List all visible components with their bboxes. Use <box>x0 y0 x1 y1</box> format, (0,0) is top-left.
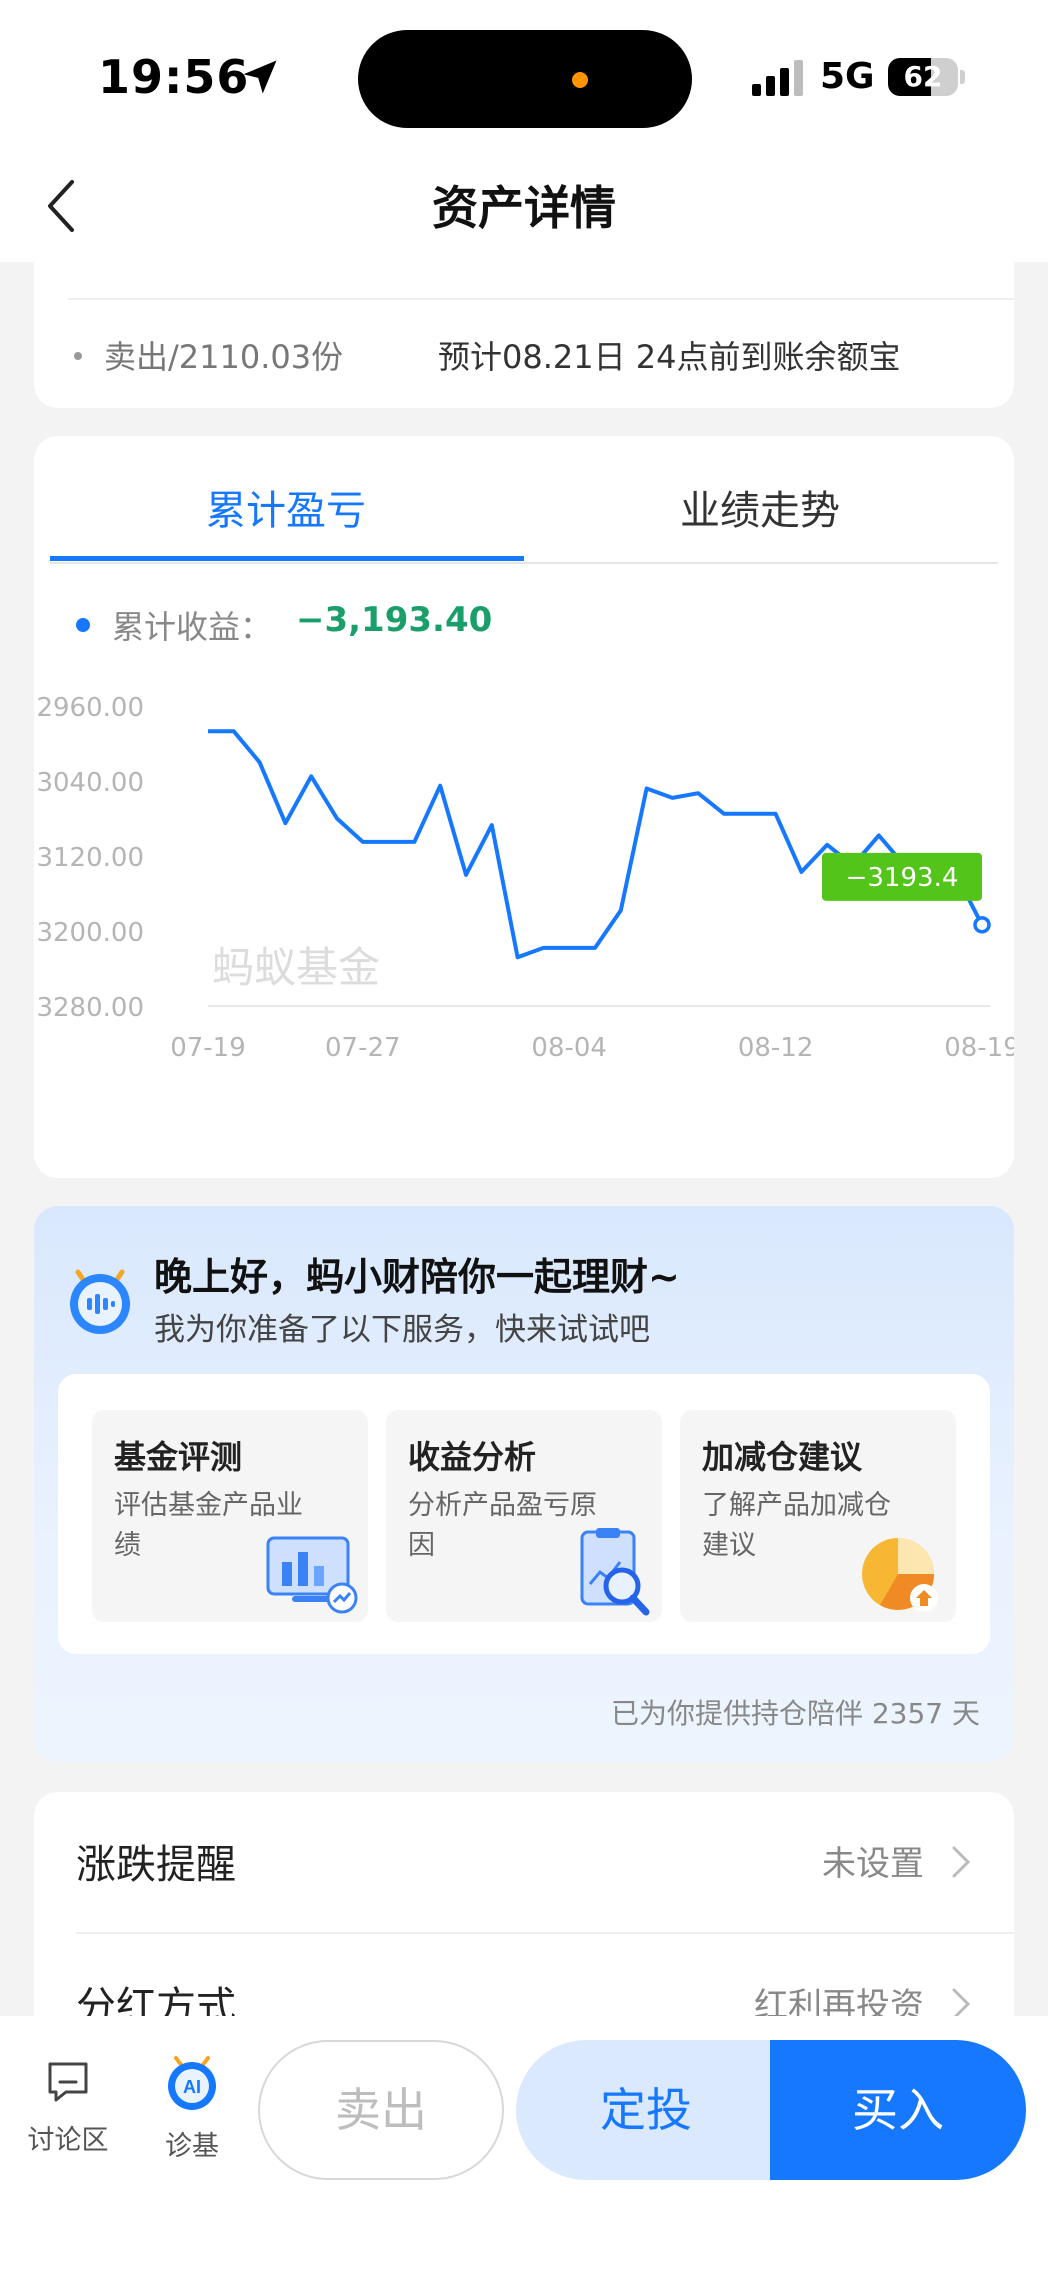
bottom-action-bar: 讨论区 AI 诊基 卖出 定投 买入 <box>0 2016 1048 2271</box>
ai-badge: AI <box>183 2077 201 2097</box>
fund-diagnosis-button[interactable]: AI 诊基 <box>142 2052 242 2163</box>
auto-invest-button[interactable]: 定投 <box>516 2040 776 2180</box>
service-position-advice[interactable]: 加减仓建议 了解产品加减仓建议 <box>680 1410 956 1622</box>
y-tick-label: −3280.00 <box>34 993 144 1023</box>
chevron-right-icon <box>952 1846 971 1878</box>
profit-line-chart[interactable]: −2960.00 −3040.00 −3120.00 −3200.00 −3280.00… <box>34 666 1014 1166</box>
tab-cumulative-profit[interactable]: 累计盈亏 <box>50 478 522 536</box>
privacy-indicator-dot <box>572 72 588 88</box>
end-point-marker <box>973 916 991 934</box>
battery-percent: 62 <box>903 60 943 93</box>
page-title: 资产详情 <box>432 181 616 235</box>
assistant-avatar-icon <box>70 1269 130 1334</box>
discussion-button[interactable]: 讨论区 <box>18 2058 118 2157</box>
settings-row-price-alert[interactable]: 涨跌提醒 未设置 <box>34 1792 1014 1934</box>
settings-value: 未设置 <box>822 1844 924 1884</box>
battery-icon: 62 <box>888 58 958 96</box>
y-tick-label: −3040.00 <box>34 768 144 798</box>
cellular-signal-icon <box>752 60 803 96</box>
status-time: 19:56 <box>98 50 250 104</box>
series-line <box>208 729 984 960</box>
service-panel: 基金评测 评估基金产品业绩 收益分析 分析产品盈亏原因 加减仓建议 了解产品加减… <box>58 1374 990 1654</box>
transaction-note: 预计08.21日 24点前到账余额宝 <box>438 338 901 376</box>
x-tick-label: 08-19 <box>944 1033 1014 1063</box>
service-title: 基金评测 <box>114 1438 243 1476</box>
assistant-card: 晚上好，蚂小财陪你一起理财~ 我为你准备了以下服务，快来试试吧 基金评测 评估基… <box>34 1206 1014 1762</box>
x-tick-label: 08-04 <box>531 1033 607 1063</box>
legend-dot <box>76 618 90 632</box>
legend-value: −3,193.40 <box>296 600 493 640</box>
status-bar: 19:56 5G 62 <box>0 0 1048 150</box>
sell-button[interactable]: 卖出 <box>258 2040 504 2180</box>
active-tab-indicator <box>50 556 524 561</box>
monitor-chart-icon <box>266 1536 358 1614</box>
magnifier-report-icon <box>580 1528 650 1616</box>
tab-performance-trend[interactable]: 业绩走势 <box>524 478 996 536</box>
pie-upload-icon <box>862 1538 938 1612</box>
bullet-dot <box>74 352 82 360</box>
x-tick-label: 08-12 <box>738 1033 814 1063</box>
nav-bar: 资产详情 <box>0 150 1048 262</box>
y-tick-label: −3120.00 <box>34 843 144 873</box>
y-tick-label: −3200.00 <box>34 918 144 948</box>
companion-days-text: 已为你提供持仓陪伴 2357 天 <box>610 1697 980 1730</box>
divider <box>68 298 1014 300</box>
x-tick-label: 07-27 <box>325 1033 401 1063</box>
tab-divider <box>50 562 998 564</box>
service-profit-analysis[interactable]: 收益分析 分析产品盈亏原因 <box>386 1410 662 1622</box>
profit-chart-card: 累计盈亏 业绩走势 累计收益： −3,193.40 −2960.00 −3040.… <box>34 436 1014 1178</box>
settings-label: 涨跌提醒 <box>76 1842 236 1888</box>
chart-watermark: 蚂蚁基金 <box>212 943 380 992</box>
y-tick-label: −2960.00 <box>34 693 144 723</box>
service-title: 收益分析 <box>408 1438 537 1476</box>
x-tick-label: 07-19 <box>170 1033 246 1063</box>
transaction-card: 卖出/2110.03份 预计08.21日 24点前到账余额宝 <box>34 262 1014 408</box>
diagnosis-label: 诊基 <box>165 2131 219 2162</box>
legend-label: 累计收益： <box>112 608 273 646</box>
network-type: 5G <box>820 56 875 97</box>
assistant-subtitle: 我为你准备了以下服务，快来试试吧 <box>154 1312 650 1348</box>
chat-bubble-icon <box>48 2062 88 2102</box>
assistant-greeting: 晚上好，蚂小财陪你一起理财~ <box>154 1255 680 1299</box>
settings-card: 涨跌提醒 未设置 分红方式 红利再投资 <box>34 1792 1014 2052</box>
end-value-label: −3193.4 <box>846 863 959 893</box>
ai-robot-icon: AI <box>168 2056 216 2110</box>
discussion-label: 讨论区 <box>27 2125 109 2156</box>
transaction-label: 卖出/2110.03份 <box>104 338 344 376</box>
location-arrow-icon <box>243 60 277 94</box>
dynamic-island <box>358 30 692 128</box>
battery-cap <box>960 70 965 84</box>
buy-button[interactable]: 买入 <box>770 2040 1026 2180</box>
service-title: 加减仓建议 <box>702 1438 863 1476</box>
service-fund-evaluation[interactable]: 基金评测 评估基金产品业绩 <box>92 1410 368 1622</box>
